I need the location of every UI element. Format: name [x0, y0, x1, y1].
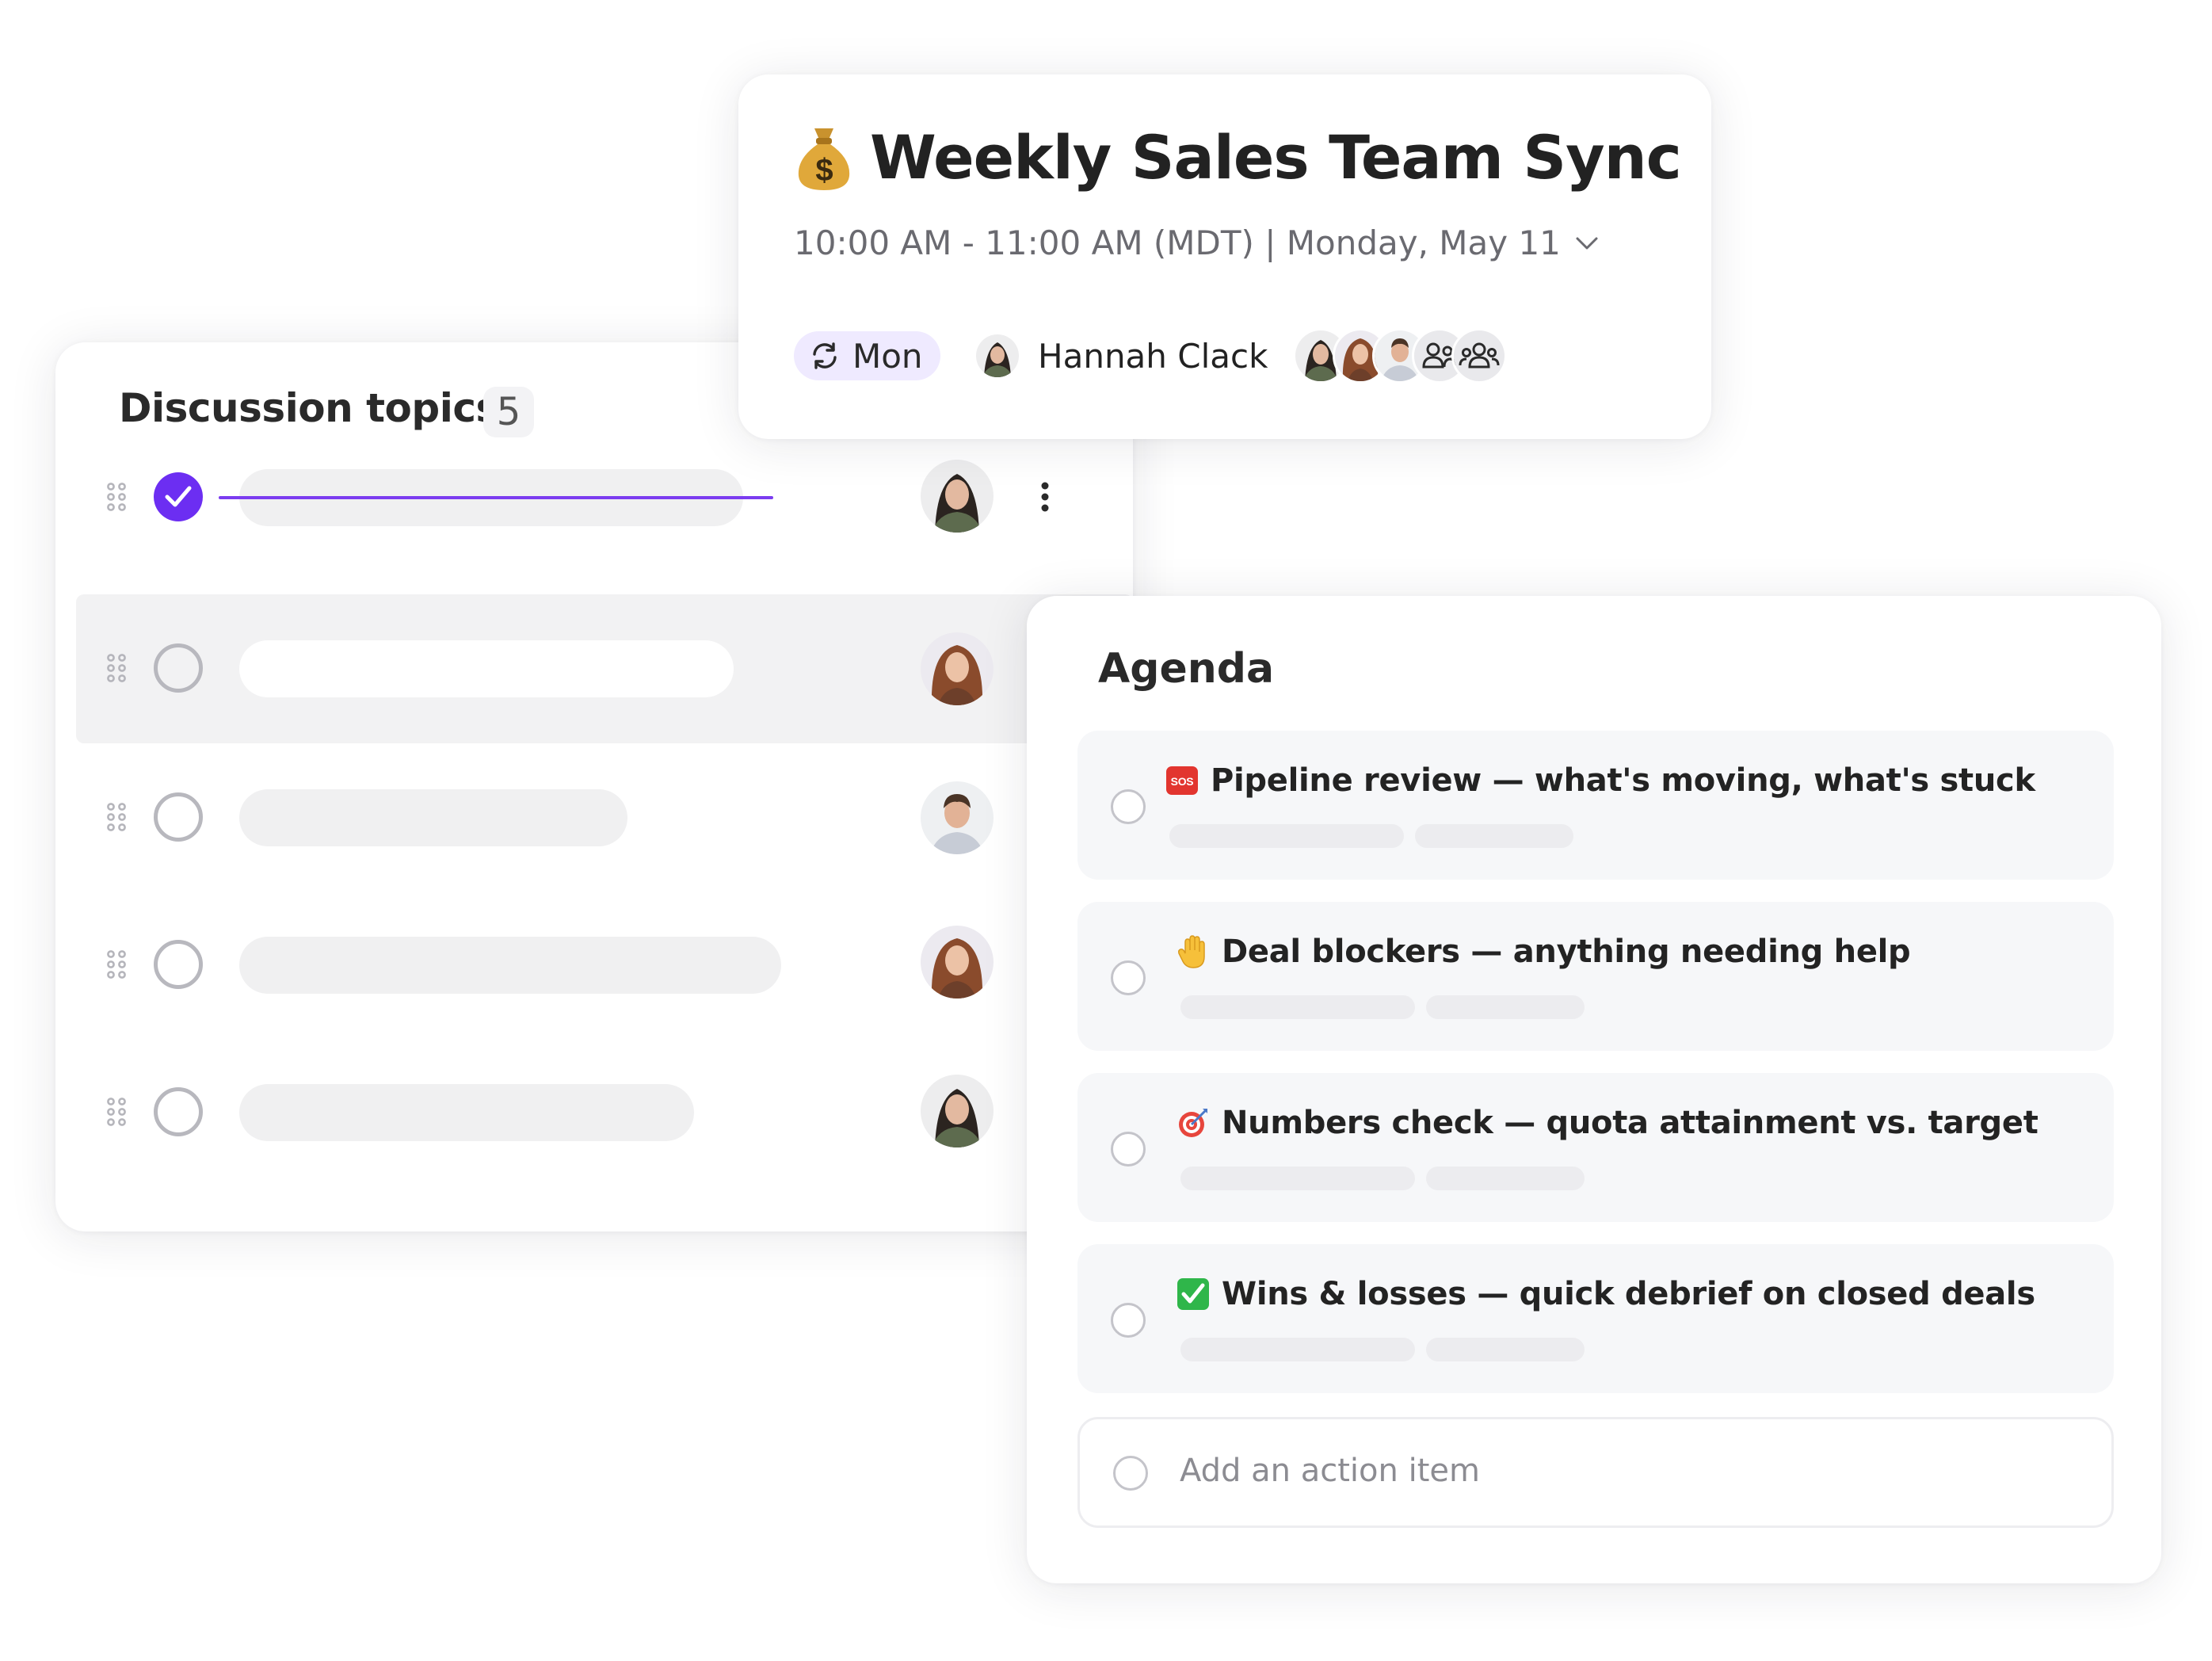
topic-row-5[interactable] — [55, 1038, 1133, 1187]
agenda-title: Agenda — [1098, 645, 1275, 693]
topic-checkbox[interactable] — [154, 643, 203, 693]
agenda-item-checkbox[interactable] — [1111, 960, 1146, 995]
owner-avatar — [976, 334, 1019, 377]
recurrence-label: Mon — [852, 336, 923, 376]
meeting-title: $ Weekly Sales Team Sync — [794, 122, 1682, 193]
money-bag-icon: $ — [798, 128, 850, 190]
avatar — [921, 1075, 993, 1147]
topic-text-placeholder — [239, 937, 781, 994]
avatar — [921, 926, 993, 999]
attendee-avatars[interactable] — [1293, 328, 1507, 384]
topic-text-placeholder — [239, 789, 627, 846]
add-action-item-placeholder: Add an action item — [1180, 1453, 1480, 1489]
repeat-icon — [813, 342, 837, 369]
agenda-detail-placeholder — [1426, 995, 1585, 1019]
agenda-item-3[interactable]: Numbers check — quota attainment vs. tar… — [1077, 1073, 2114, 1222]
topic-checkbox[interactable] — [154, 792, 203, 842]
topic-row-2[interactable] — [76, 594, 1133, 743]
sos-icon: SOS — [1166, 766, 1198, 795]
avatar — [921, 632, 993, 705]
action-item-checkbox — [1113, 1456, 1148, 1491]
agenda-item-4[interactable]: Wins & losses — quick debrief on closed … — [1077, 1244, 2114, 1393]
agenda-detail-placeholder — [1426, 1167, 1585, 1190]
avatar — [921, 460, 993, 533]
team-group-icon — [1451, 328, 1507, 384]
agenda-item-heading: Wins & losses — quick debrief on closed … — [1176, 1276, 2035, 1312]
agenda-item-checkbox[interactable] — [1111, 1303, 1146, 1338]
agenda-item-label: Pipeline review — what's moving, what's … — [1211, 762, 2035, 799]
check-mark-button-icon — [1177, 1278, 1209, 1310]
agenda-item-label: Deal blockers — anything needing help — [1222, 934, 1911, 970]
target-icon — [1179, 1109, 1207, 1137]
agenda-item-heading: Numbers check — quota attainment vs. tar… — [1176, 1105, 2038, 1141]
topic-text-placeholder — [239, 1084, 694, 1141]
meeting-title-text: Weekly Sales Team Sync — [870, 122, 1682, 193]
avatar — [921, 781, 993, 854]
agenda-detail-placeholder — [1415, 824, 1573, 848]
chevron-down-icon[interactable] — [1575, 236, 1599, 250]
agenda-detail-placeholder — [1169, 824, 1404, 848]
topic-checkbox[interactable] — [154, 1087, 203, 1136]
topic-checkbox[interactable] — [154, 940, 203, 989]
topic-row-1[interactable] — [55, 422, 1133, 571]
strikethrough-line — [219, 496, 773, 499]
drag-handle-icon[interactable] — [106, 653, 127, 683]
agenda-item-label: Wins & losses — quick debrief on closed … — [1222, 1276, 2035, 1312]
agenda-item-heading: SOS Pipeline review — what's moving, wha… — [1165, 762, 2035, 799]
more-options-icon[interactable] — [1039, 482, 1051, 512]
topic-row-3[interactable] — [55, 743, 1133, 892]
topic-row-4[interactable] — [55, 891, 1133, 1040]
add-action-item-input[interactable]: Add an action item — [1077, 1417, 2114, 1528]
agenda-detail-placeholder — [1426, 1338, 1585, 1361]
svg-text:SOS: SOS — [1171, 775, 1194, 788]
agenda-detail-placeholder — [1180, 995, 1415, 1019]
agenda-item-1[interactable]: SOS Pipeline review — what's moving, wha… — [1077, 731, 2114, 880]
agenda-item-checkbox[interactable] — [1111, 789, 1146, 824]
meeting-owner[interactable]: Hannah Clack — [976, 328, 1268, 384]
topic-checkbox-checked[interactable] — [154, 472, 203, 521]
meeting-time-selector[interactable]: 10:00 AM - 11:00 AM (MDT) | Monday, May … — [794, 223, 1599, 262]
agenda-item-heading: Deal blockers — anything needing help — [1176, 934, 1911, 970]
agenda-item-2[interactable]: Deal blockers — anything needing help — [1077, 902, 2114, 1051]
agenda-panel: Agenda SOS Pipeline review — what's movi… — [1027, 596, 2161, 1583]
agenda-detail-placeholder — [1180, 1167, 1415, 1190]
meeting-header-card: $ Weekly Sales Team Sync 10:00 AM - 11:0… — [738, 74, 1711, 439]
agenda-detail-placeholder — [1180, 1338, 1415, 1361]
discussion-topics-panel: Discussion topics 5 — [55, 342, 1133, 1231]
check-icon — [165, 486, 192, 507]
meeting-time-range: 10:00 AM - 11:00 AM (MDT) | Monday, May … — [794, 223, 1561, 262]
raised-hand-icon — [1178, 935, 1205, 968]
drag-handle-icon[interactable] — [106, 1097, 127, 1127]
recurrence-chip[interactable]: Mon — [794, 331, 940, 380]
drag-handle-icon[interactable] — [106, 482, 127, 512]
agenda-item-checkbox[interactable] — [1111, 1132, 1146, 1167]
topic-text-placeholder — [239, 640, 734, 697]
drag-handle-icon[interactable] — [106, 802, 127, 832]
agenda-item-label: Numbers check — quota attainment vs. tar… — [1222, 1105, 2038, 1141]
svg-text:$: $ — [815, 153, 833, 188]
meeting-owner-name: Hannah Clack — [1038, 336, 1268, 376]
drag-handle-icon[interactable] — [106, 949, 127, 979]
